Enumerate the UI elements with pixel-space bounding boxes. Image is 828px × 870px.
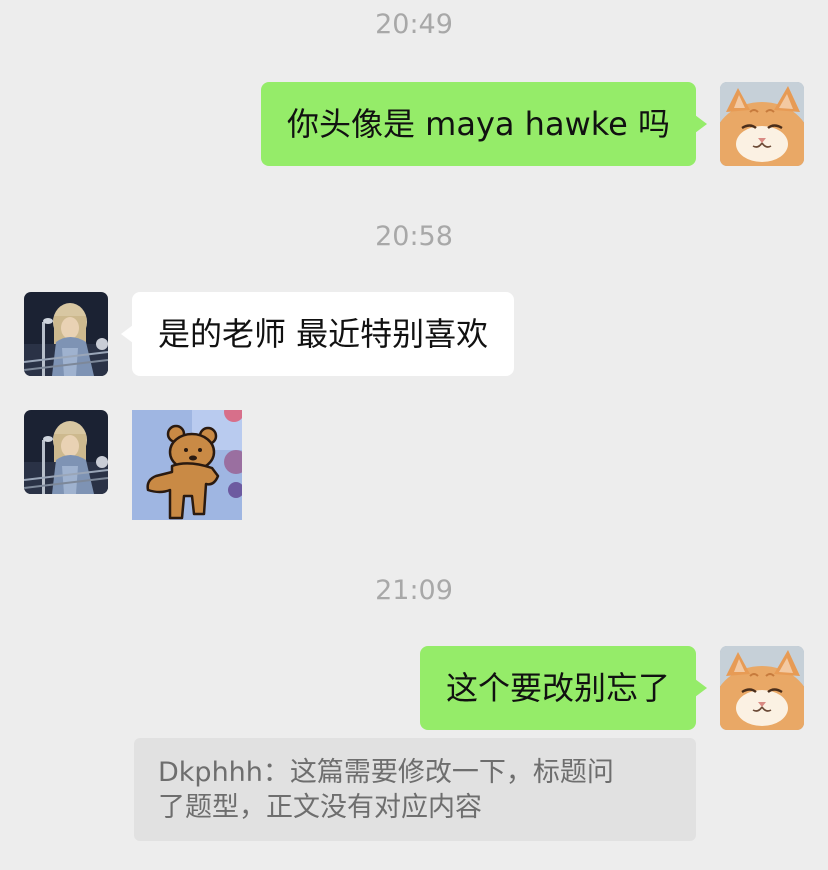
singer-avatar-icon[interactable] [24,292,108,376]
timestamp: 20:49 [375,9,453,40]
quote-line-1: Dkphhh：这篇需要修改一下，标题问 [158,755,672,790]
bubble-tail [695,115,707,133]
cat-avatar-icon[interactable] [720,82,804,166]
cat-avatar-icon[interactable] [720,646,804,730]
teddy-bear-sticker-icon[interactable] [132,410,242,520]
bubble-tail [695,679,707,697]
quote-separator: ： [262,757,290,788]
quote-text-line-1: 这篇需要修改一下，标题问 [289,757,614,788]
message-text: 你头像是 maya hawke 吗 [287,105,670,143]
message-text: 是的老师 最近特别喜欢 [158,315,489,353]
singer-avatar-icon[interactable] [24,410,108,494]
received-message-bubble[interactable]: 是的老师 最近特别喜欢 [121,292,515,376]
quote-text-line-2: 了题型，正文没有对应内容 [158,792,482,823]
timestamp: 21:09 [375,575,453,606]
quoted-message[interactable]: Dkphhh：这篇需要修改一下，标题问 了题型，正文没有对应内容 [134,738,696,841]
sent-message-bubble[interactable]: 这个要改别忘了 [419,646,707,730]
sent-message-bubble[interactable]: 你头像是 maya hawke 吗 [261,82,707,166]
bubble-tail [121,325,133,343]
timestamp: 20:58 [375,221,453,252]
message-text: 这个要改别忘了 [445,669,670,707]
quote-author: Dkphhh [158,757,263,788]
